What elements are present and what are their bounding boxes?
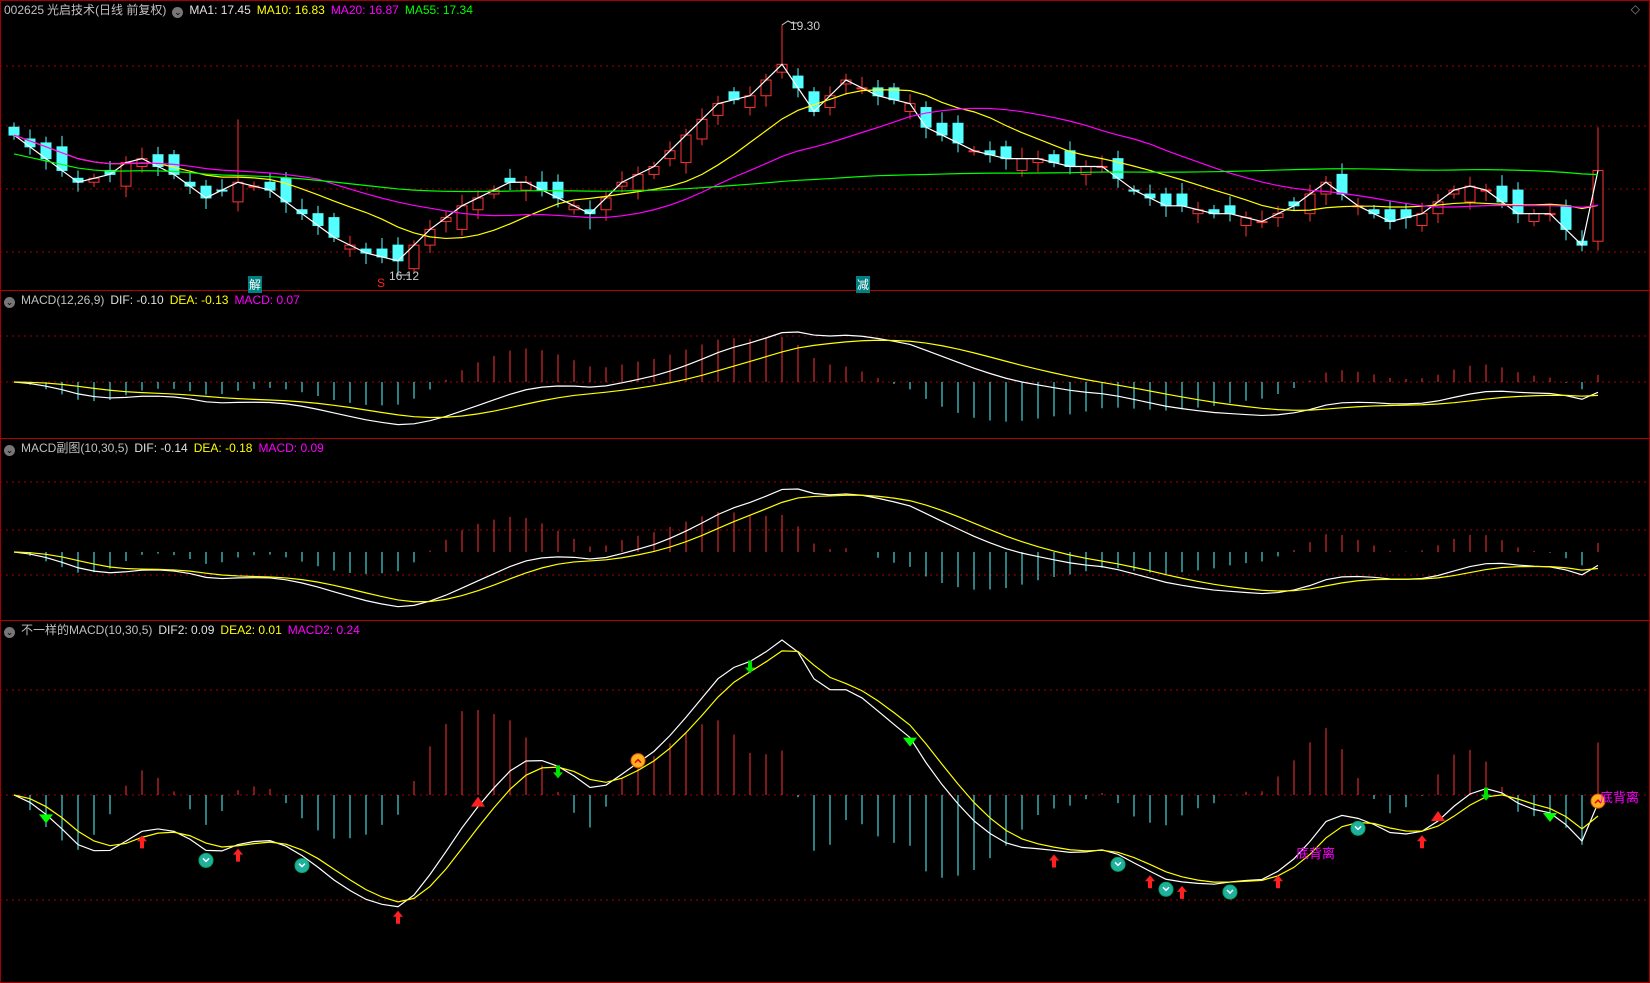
candle-down xyxy=(1224,205,1236,215)
ma10-value: MA10: 16.83 xyxy=(256,3,325,17)
ma20-line xyxy=(13,107,1599,219)
price-panel-header: 002625 光启技术(日线 前复权) ⌄ MA1: 17.45 MA10: 16.83… xyxy=(4,3,479,18)
candle-up xyxy=(600,197,612,211)
red-up-arrow-icon xyxy=(393,910,403,924)
dea-value: DEA: -0.18 xyxy=(193,441,253,455)
red-up-arrow-icon xyxy=(233,848,243,862)
candle-down xyxy=(392,244,404,262)
signal-tag: 减 xyxy=(856,276,871,293)
ma1-line xyxy=(13,63,1599,262)
candle-up xyxy=(120,162,132,187)
chevron-down-icon[interactable]: ⌄ xyxy=(4,445,15,456)
macd2-value: MACD2: 0.24 xyxy=(287,623,360,637)
low-price-label: 16.12 xyxy=(389,269,420,283)
divergence-label: 底背离 xyxy=(1600,790,1640,806)
candle-down xyxy=(312,213,324,226)
dea-value: DEA: -0.13 xyxy=(169,293,229,307)
chevron-down-icon[interactable]: ⌄ xyxy=(4,627,15,638)
red-up-arrow-icon xyxy=(1417,835,1427,849)
macd-sub-title: MACD副图(10,30,5) xyxy=(21,441,129,455)
candle-up xyxy=(1528,213,1540,223)
chart-canvas[interactable] xyxy=(0,0,1650,983)
ma20-value: MA20: 16.87 xyxy=(330,3,399,17)
candle-up xyxy=(904,103,916,112)
candle-down xyxy=(56,146,68,171)
macd-sub-dif-line xyxy=(13,488,1599,608)
red-up-arrow-icon xyxy=(1049,854,1059,868)
period-label: (日线 前复权) xyxy=(95,3,167,17)
macd-sub-panel-header: ⌄ MACD副图(10,30,5) DIF: -0.14 DEA: -0.18 MACD… xyxy=(4,441,330,456)
macd-dif-line xyxy=(13,331,1599,426)
macd-dea-line xyxy=(13,339,1599,419)
ma10-line xyxy=(13,89,1599,240)
green-triangle-icon xyxy=(1543,812,1557,822)
candle-down xyxy=(280,177,292,203)
macd-panel-header: ⌄ MACD(12,26,9) DIF: -0.10 DEA: -0.13 MACD: … xyxy=(4,293,306,308)
candle-down xyxy=(1512,189,1524,215)
red-up-arrow-icon xyxy=(137,835,147,849)
candle-up xyxy=(456,205,468,230)
candle-down xyxy=(1000,146,1012,160)
macd-value: MACD: 0.09 xyxy=(258,441,324,455)
dif-value: DIF: -0.14 xyxy=(134,441,188,455)
macd2-panel-header: ⌄ 不一样的MACD(10,30,5) DIF2: 0.09 DEA2: 0.01 MA… xyxy=(4,623,366,638)
red-up-arrow-icon xyxy=(1145,875,1155,889)
dif-value: DIF: -0.10 xyxy=(110,293,164,307)
candle-down xyxy=(1176,193,1188,207)
ma1-value: MA1: 17.45 xyxy=(189,3,251,17)
macd-sub-dea-line xyxy=(13,494,1599,603)
high-price-label: 19.30 xyxy=(790,19,821,33)
candle-up xyxy=(232,181,244,203)
candle-up xyxy=(1016,158,1028,171)
candle-up xyxy=(712,103,724,116)
ma55-value: MA55: 17.34 xyxy=(404,3,473,17)
chevron-down-icon[interactable]: ⌄ xyxy=(4,297,15,308)
chevron-down-icon[interactable]: ⌄ xyxy=(172,7,184,18)
candle-up xyxy=(760,79,772,97)
stock-name: 光启技术 xyxy=(47,3,96,17)
candle-up xyxy=(1080,166,1092,175)
candle-up xyxy=(1464,185,1476,203)
candle-down xyxy=(920,107,932,128)
candle-down xyxy=(952,122,964,144)
macd-value: MACD: 0.07 xyxy=(234,293,300,307)
candle-up xyxy=(1416,213,1428,226)
dif2-value: DIF2: 0.09 xyxy=(158,623,215,637)
macd2-dif-line xyxy=(13,639,1599,908)
dea2-value: DEA2: 0.01 xyxy=(220,623,282,637)
divergence-label: 底背离 xyxy=(1296,845,1336,861)
macd2-dea-line xyxy=(13,650,1599,903)
stock-code: 002625 xyxy=(4,3,45,17)
macd-title: MACD(12,26,9) xyxy=(21,293,105,307)
candle-down xyxy=(8,126,20,136)
diamond-icon[interactable]: ◇ xyxy=(1631,2,1640,16)
red-up-arrow-icon xyxy=(1177,885,1187,899)
macd2-title: 不一样的MACD(10,30,5) xyxy=(21,623,153,637)
candle-up xyxy=(744,95,756,109)
signal-tag: 解 xyxy=(248,276,263,293)
candle-up xyxy=(1432,201,1444,215)
signal-tag: S xyxy=(377,276,386,290)
candle-down xyxy=(1064,150,1076,168)
